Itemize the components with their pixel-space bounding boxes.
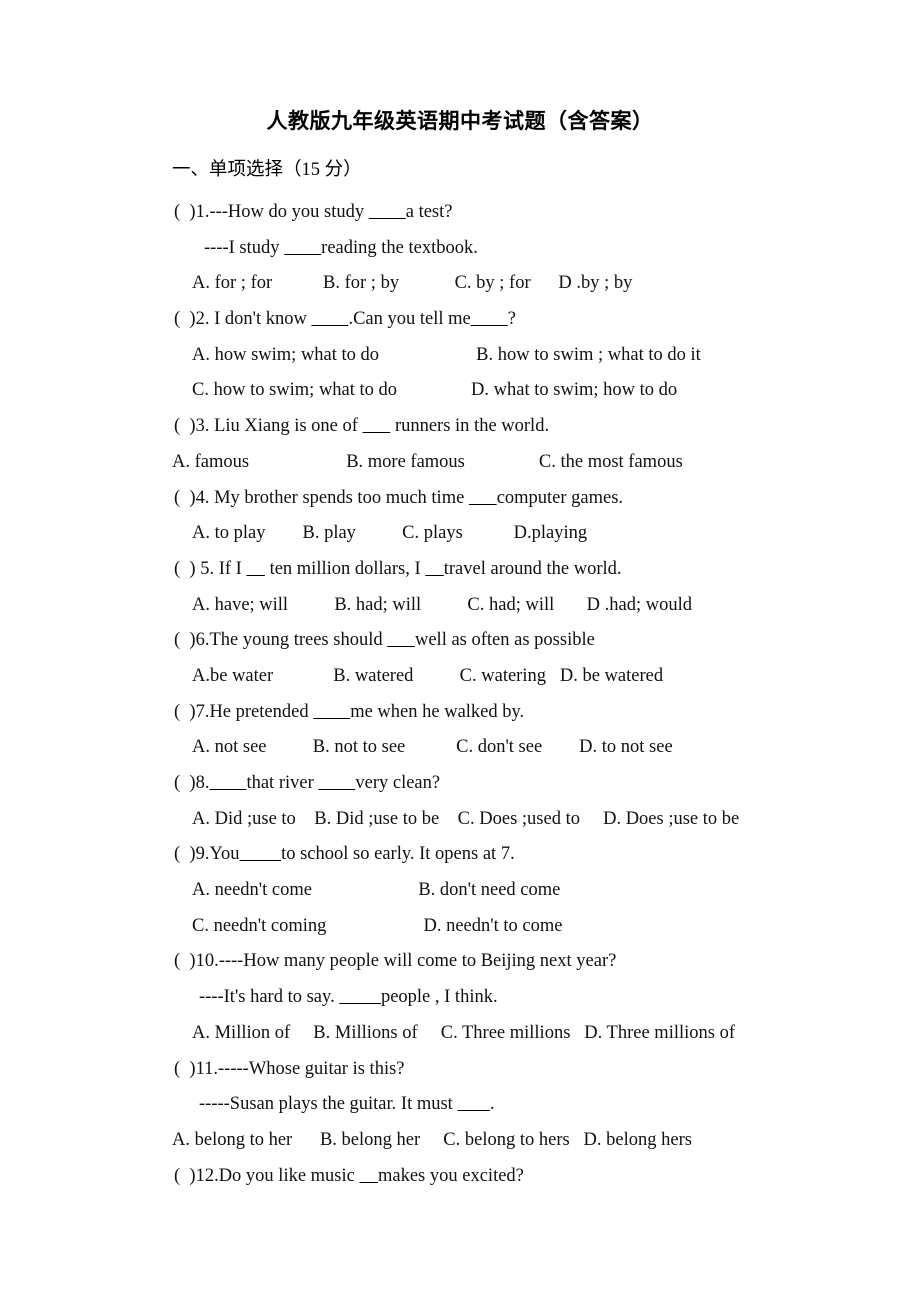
answer-blank — [311, 309, 348, 329]
answer-blank — [246, 559, 265, 579]
answer-blank — [363, 416, 391, 436]
option-line: C. needn't coming D. needn't to come — [192, 915, 563, 936]
answer-blank — [239, 844, 281, 864]
option-line: A. needn't come B. don't need come — [192, 880, 561, 901]
option-line: A. how swim; what to do B. how to swim ;… — [192, 344, 701, 365]
answer-blank — [457, 1094, 489, 1114]
answer-blank — [313, 702, 350, 722]
question-line: ( )12.Do you like music makes you excite… — [174, 1165, 524, 1186]
question-line: ( )4. My brother spends too much time co… — [174, 487, 624, 508]
question-line: ( )6.The young trees should well as ofte… — [174, 630, 595, 651]
question-line: ( ) 5. If I ten million dollars, I trave… — [174, 558, 622, 579]
answer-blank — [209, 773, 246, 793]
option-line: A. not see B. not to see C. don't see D.… — [192, 737, 673, 758]
answer-blank — [360, 1166, 379, 1186]
option-line: C. how to swim; what to do D. what to sw… — [192, 380, 678, 401]
question-line: ( )2. I don't know .Can you tell me ? — [174, 309, 516, 330]
question-line: ( )3. Liu Xiang is one of runners in the… — [174, 416, 550, 437]
answer-blank — [284, 238, 321, 258]
section-heading: 一、单项选择（15 分） — [172, 160, 362, 180]
question-line: ( )1.---How do you study a test? — [174, 202, 453, 222]
option-line: A. Did ;use to B. Did ;use to be C. Does… — [192, 808, 740, 829]
page-title: 人教版九年级英语期中考试题（含答案） — [266, 109, 654, 133]
answer-blank — [369, 202, 406, 222]
option-line: A.be water B. watered C. watering D. be … — [192, 665, 664, 686]
answer-blank — [318, 773, 355, 793]
question-line: ( )10.----How many people will come to B… — [174, 951, 617, 972]
document-page: 人教版九年级英语期中考试题（含答案） 一、单项选择（15 分） ( )1.---… — [0, 0, 920, 1302]
question-line: ( )9.You to school so early. It opens at… — [174, 844, 515, 865]
option-line: A. for ; for B. for ; by C. by ; for D .… — [192, 273, 633, 294]
answer-blank — [469, 488, 497, 508]
option-line: A. have; will B. had; will C. had; will … — [192, 594, 692, 615]
answer-blank — [425, 559, 444, 579]
option-line: A. belong to her B. belong her C. belong… — [172, 1129, 692, 1150]
option-line: A. famous B. more famous C. the most fam… — [172, 451, 683, 472]
answer-blank — [339, 987, 381, 1007]
option-line: A. Million of B. Millions of C. Three mi… — [192, 1022, 735, 1043]
question-line: -----Susan plays the guitar. It must . — [199, 1094, 495, 1115]
option-line: A. to play B. play C. plays D.playing — [192, 523, 588, 544]
question-line: ----It's hard to say. people , I think. — [199, 987, 498, 1008]
question-line: ( )8. that river very clean? — [174, 773, 441, 793]
question-line: ----I study reading the textbook. — [204, 237, 478, 258]
question-line: ( )11.-----Whose guitar is this? — [174, 1058, 405, 1079]
question-line: ( )7.He pretended me when he walked by. — [174, 701, 525, 722]
answer-blank — [387, 630, 415, 650]
question-list: ( )1.---How do you study a test? ----I st… — [0, 195, 920, 1194]
answer-blank — [471, 309, 508, 329]
